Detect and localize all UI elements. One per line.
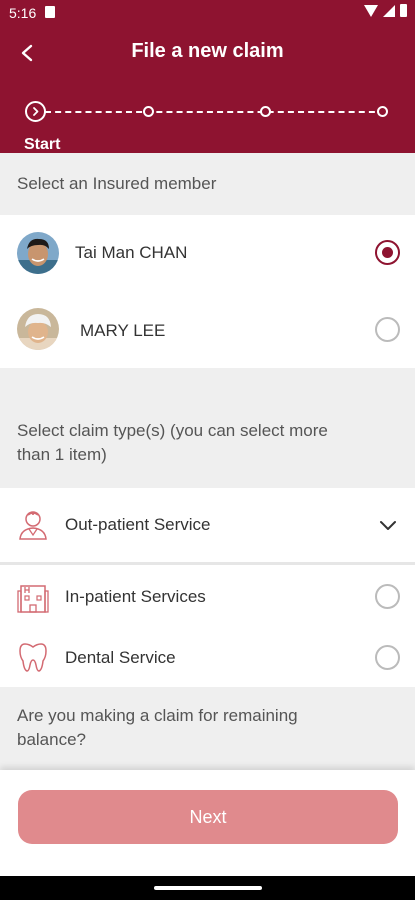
claim-type-inpatient[interactable]: In-patient Services [0,565,415,626]
doctor-icon [19,511,47,540]
stepper-current-label: Start [24,136,61,153]
chevron-down-icon[interactable] [378,515,398,535]
member-row-2[interactable]: MARY LEE [0,291,415,368]
stepper-step-3 [260,106,271,117]
battery-icon [400,4,407,17]
member-photo-icon [17,308,59,350]
claim-type-label: Out-patient Service [65,515,211,534]
status-bar: 5:16 [0,0,415,28]
next-button[interactable]: Next [18,790,398,844]
footer-bar: Next [0,770,415,876]
dental-radio[interactable] [375,645,400,670]
wifi-icon [364,4,378,17]
signal-icon [383,4,395,17]
member-radio-unselected[interactable] [375,317,400,342]
status-icons [364,4,407,17]
member-name: MARY LEE [80,321,166,340]
inpatient-radio[interactable] [375,584,400,609]
member-radio-selected[interactable] [375,240,400,265]
claim-type-title-line-1: Select claim type(s) (you can select mor… [17,421,328,440]
claim-type-label: Dental Service [65,648,176,667]
claim-type-section-header: Select claim type(s) (you can select mor… [0,368,415,488]
avatar [17,308,59,350]
member-photo-icon [17,232,59,274]
home-gesture-bar[interactable] [154,886,262,890]
chevron-right-icon [33,107,39,116]
member-row-1[interactable]: Tai Man CHAN [0,215,415,291]
claim-type-outpatient[interactable]: Out-patient Service [0,488,415,562]
status-time: 5:16 [9,5,37,21]
stepper-current-step [25,101,46,122]
hospital-icon [17,585,49,613]
claim-type-title-line-2: than 1 item) [17,445,107,464]
avatar [17,232,59,274]
page-title: File a new claim [131,40,284,62]
progress-stepper [0,96,415,136]
insured-section-header: Select an Insured member [0,153,415,215]
stepper-step-4 [377,106,388,117]
claim-type-dental[interactable]: Dental Service [0,626,415,687]
balance-title-line-2: balance? [17,730,87,749]
app-header: 5:16 File a new claim Start [0,0,415,153]
balance-title-line-1: Are you making a claim for remaining [17,706,298,725]
claim-type-label: In-patient Services [65,587,206,606]
tooth-icon [19,643,47,672]
sd-card-icon [45,6,55,18]
system-nav-bar [0,876,415,900]
insured-section-title: Select an Insured member [17,174,217,193]
member-name: Tai Man CHAN [75,243,188,262]
stepper-step-2 [143,106,154,117]
stepper-dashed-line [45,111,385,113]
balance-section-header: Are you making a claim for remaining bal… [0,687,415,770]
